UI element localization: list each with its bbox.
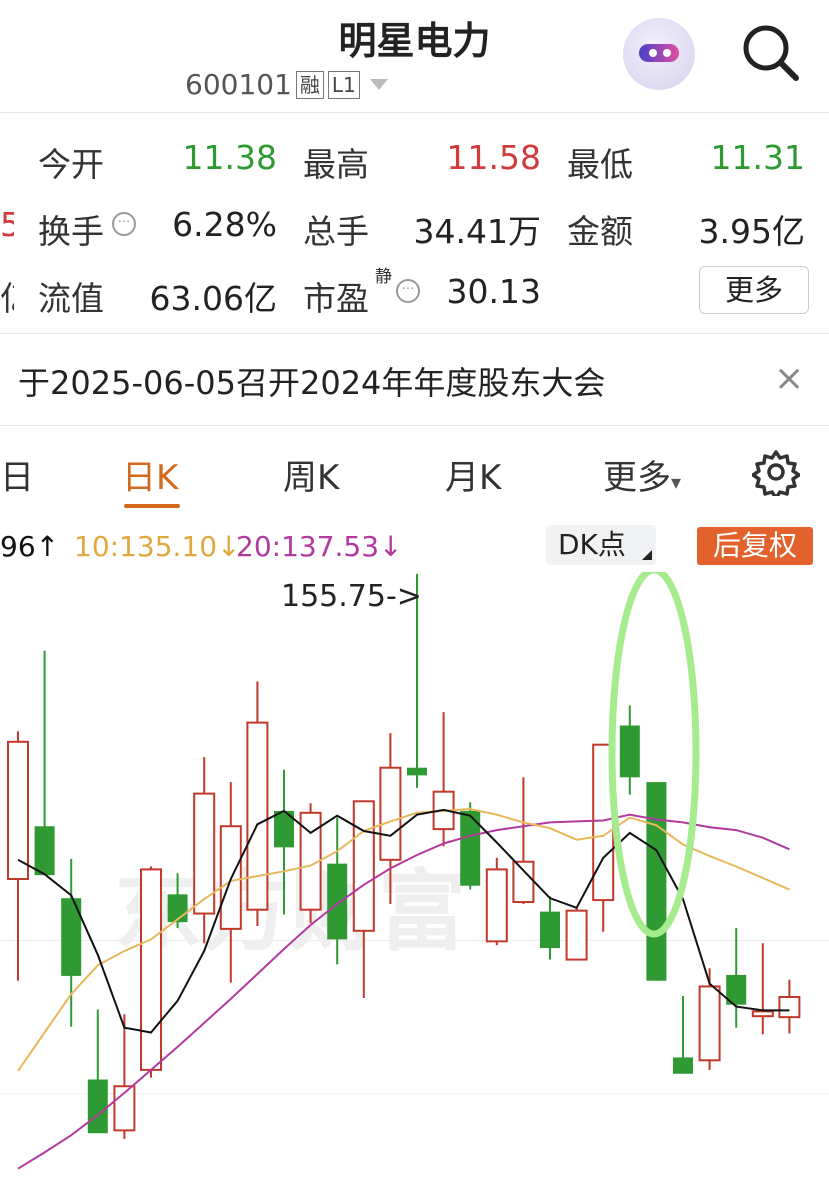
assistant-robot-icon[interactable] bbox=[623, 18, 695, 90]
candle-down[interactable] bbox=[619, 725, 640, 778]
pe-superscript: 静 bbox=[375, 267, 392, 287]
stock-name: 明星电力 bbox=[338, 19, 491, 63]
candle-up[interactable] bbox=[379, 766, 402, 861]
back-adjust-button[interactable]: 后复权 bbox=[697, 527, 813, 565]
open-label: 今开 bbox=[38, 145, 104, 184]
stock-code: 600101 bbox=[185, 68, 292, 101]
tab-more[interactable]: 更多▾ bbox=[603, 450, 681, 499]
active-tab-indicator bbox=[124, 504, 180, 508]
candle-up[interactable] bbox=[565, 909, 588, 961]
candle-up[interactable] bbox=[193, 792, 216, 915]
gear-icon[interactable] bbox=[752, 448, 800, 496]
volume-value: 34.41万 bbox=[413, 212, 541, 251]
notice-text[interactable]: 于2025-06-05召开2024年年度股东大会 bbox=[18, 358, 605, 404]
volume-label: 总手 bbox=[303, 212, 369, 251]
clipped-value: 亿 bbox=[0, 272, 14, 320]
candle-up[interactable] bbox=[751, 1010, 774, 1018]
candle-down[interactable] bbox=[34, 826, 55, 876]
tab-day-k[interactable]: 日K bbox=[122, 450, 178, 499]
candle-down[interactable] bbox=[167, 894, 188, 923]
tab-week-k[interactable]: 周K bbox=[283, 450, 339, 499]
low-value: 11.31 bbox=[710, 138, 805, 177]
info-icon[interactable]: ··· bbox=[396, 279, 420, 303]
candle-down[interactable] bbox=[673, 1057, 693, 1074]
margin-tag: 融 bbox=[295, 70, 324, 99]
turnover-value: 6.28% bbox=[172, 205, 277, 244]
candlestick-chart[interactable]: 东方财富 155.75-> bbox=[0, 572, 829, 1186]
amount-value: 3.95亿 bbox=[698, 212, 805, 251]
dk-point-button[interactable]: DK点 bbox=[546, 525, 656, 565]
high-label: 最高 bbox=[303, 145, 369, 184]
divider bbox=[0, 333, 829, 334]
candle-down[interactable] bbox=[327, 863, 348, 940]
tab-day-clipped[interactable]: 日 bbox=[0, 450, 34, 499]
level-tag: L1 bbox=[327, 70, 360, 99]
search-icon[interactable] bbox=[740, 22, 800, 82]
open-value: 11.38 bbox=[182, 138, 277, 177]
ma10-readout: 10:135.10↓ bbox=[74, 530, 241, 563]
candle-down[interactable] bbox=[87, 1079, 108, 1134]
high-value: 11.58 bbox=[446, 138, 541, 177]
candle-up[interactable] bbox=[246, 721, 269, 911]
candle-up[interactable] bbox=[485, 868, 508, 943]
max-price-annotation: 155.75-> bbox=[281, 579, 422, 614]
close-icon[interactable]: × bbox=[774, 358, 804, 399]
candle-up[interactable] bbox=[698, 985, 721, 1062]
float-cap-value: 63.06亿 bbox=[149, 279, 277, 318]
divider bbox=[0, 425, 829, 426]
clipped-value: 5 bbox=[0, 205, 14, 244]
amount-label: 金额 bbox=[567, 212, 633, 251]
candle-up[interactable] bbox=[140, 868, 162, 1071]
ma20-readout: 20:137.53↓ bbox=[236, 530, 403, 563]
info-icon[interactable]: ··· bbox=[112, 212, 136, 236]
stock-code-row[interactable]: 600101 融 L1 bbox=[185, 68, 388, 101]
float-cap-label: 流值 bbox=[38, 279, 104, 318]
candle-up[interactable] bbox=[778, 996, 801, 1019]
candle-down[interactable] bbox=[646, 782, 667, 981]
pe-label: 市盈 bbox=[303, 279, 369, 318]
candle-up[interactable] bbox=[512, 860, 535, 904]
corner-triangle-icon bbox=[642, 550, 652, 560]
low-label: 最低 bbox=[567, 145, 633, 184]
candle-down[interactable] bbox=[540, 911, 560, 949]
chevron-down-icon[interactable] bbox=[369, 79, 388, 90]
more-quote-button[interactable]: 更多 bbox=[699, 266, 809, 314]
candle-down[interactable] bbox=[407, 767, 427, 776]
turnover-label: 换手 bbox=[38, 212, 104, 251]
tab-more-label: 更多 bbox=[603, 458, 671, 498]
pe-value: 30.13 bbox=[446, 272, 541, 311]
chevron-down-icon: ▾ bbox=[671, 470, 682, 494]
watermark: 东方财富 bbox=[114, 862, 466, 961]
candle-up[interactable] bbox=[352, 800, 375, 932]
ma5-readout: 96↑ bbox=[0, 530, 60, 563]
tab-month-k[interactable]: 月K bbox=[445, 450, 501, 499]
candle-up[interactable] bbox=[7, 740, 29, 880]
divider bbox=[0, 112, 829, 113]
